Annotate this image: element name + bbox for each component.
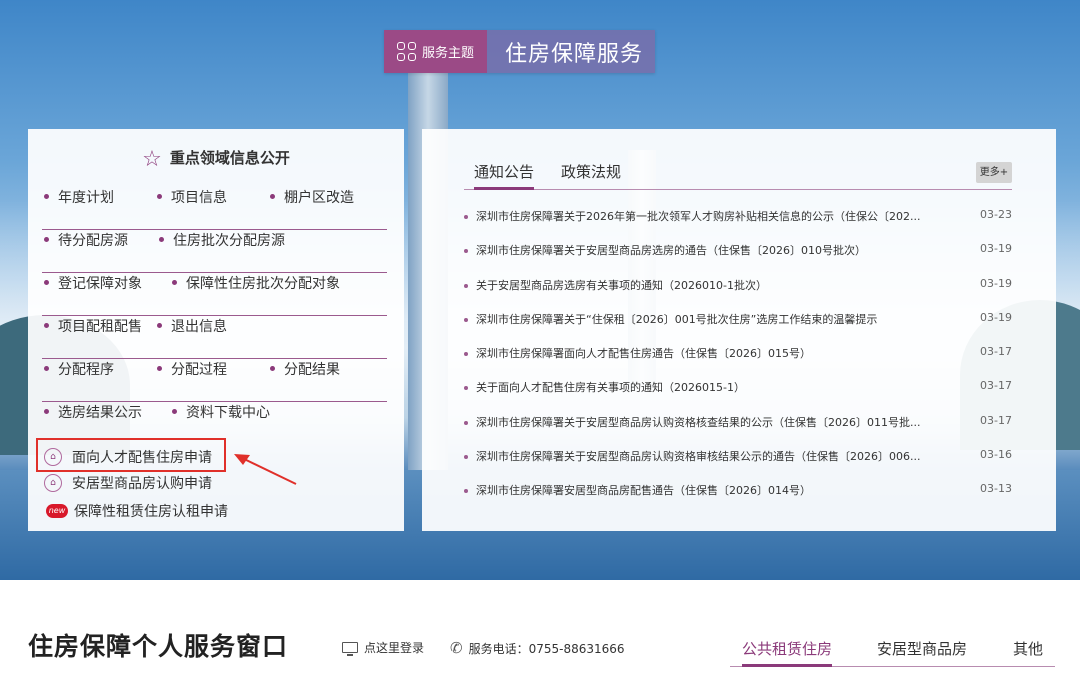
category-link[interactable]: 分配过程 bbox=[157, 359, 227, 379]
new-badge-icon: new bbox=[46, 504, 68, 518]
category-row: 分配程序 分配过程 分配结果 bbox=[42, 359, 387, 402]
category-link[interactable]: 住房批次分配房源 bbox=[159, 230, 285, 250]
apply-label: 保障性租赁住房认租申请 bbox=[74, 504, 228, 520]
tab-other[interactable]: 其他 bbox=[1013, 638, 1043, 664]
category-link[interactable]: 分配程序 bbox=[44, 359, 114, 379]
category-link[interactable]: 分配结果 bbox=[270, 359, 340, 379]
apply-rental-housing-link[interactable]: new 保障性租赁住房认租申请 bbox=[46, 501, 228, 521]
category-row: 年度计划 项目信息 棚户区改造 bbox=[42, 187, 387, 230]
phone-label: 服务电话：0755-88631666 bbox=[468, 641, 625, 656]
category-link[interactable]: 保障性住房批次分配对象 bbox=[172, 273, 340, 293]
tab-public-rental[interactable]: 公共租赁住房 bbox=[742, 638, 833, 667]
theme-title: 住房保障服务 bbox=[487, 30, 655, 73]
category-link[interactable]: 项目信息 bbox=[157, 187, 227, 207]
login-link[interactable]: 点这里登录 bbox=[342, 639, 424, 656]
monitor-icon bbox=[342, 642, 358, 656]
service-tabs: 公共租赁住房 安居型商品房 其他 bbox=[730, 630, 1055, 667]
news-item[interactable]: 深圳市住房保障署安居型商品房配售通告（住保售〔2026〕014号） 03-13 bbox=[464, 481, 1012, 515]
section-title: 住房保障个人服务窗口 bbox=[28, 632, 289, 661]
news-item[interactable]: 深圳市住房保障署关于安居型商品房认购资格审核结果公示的通告（住保售〔2026〕0… bbox=[464, 447, 1012, 481]
login-label: 点这里登录 bbox=[364, 641, 425, 655]
news-item[interactable]: 深圳市住房保障署关于安居型商品房选房的通告（住保售〔2026〕010号批次） 03… bbox=[464, 241, 1012, 275]
news-item[interactable]: 深圳市住房保障署关于2026年第一批次领军人才购房补贴相关信息的公示（住保公〔2… bbox=[464, 207, 1012, 241]
category-link[interactable]: 选房结果公示 bbox=[44, 402, 142, 422]
star-icon: ☆ bbox=[142, 147, 162, 172]
apply-affordable-housing-link[interactable]: ⌂ 安居型商品房认购申请 bbox=[44, 473, 212, 493]
category-row: 项目配租配售 退出信息 bbox=[42, 316, 387, 359]
tab-affordable-housing[interactable]: 安居型商品房 bbox=[877, 638, 967, 664]
personal-service-section: 住房保障个人服务窗口 点这里登录 ✆ 服务电话：0755-88631666 公共… bbox=[0, 580, 1080, 679]
news-item[interactable]: 关于安居型商品房选房有关事项的通知（2026010-1批次） 03-19 bbox=[464, 276, 1012, 310]
more-button[interactable]: 更多+ bbox=[976, 162, 1012, 183]
theme-label: 服务主题 bbox=[421, 46, 474, 61]
tab-notices[interactable]: 通知公告 bbox=[474, 161, 535, 190]
category-link[interactable]: 退出信息 bbox=[157, 316, 227, 336]
phone-icon: ✆ bbox=[450, 639, 463, 657]
news-item[interactable]: 深圳市住房保障署面向人才配售住房通告（住保售〔2026〕015号） 03-17 bbox=[464, 344, 1012, 378]
theme-label-box: 服务主题 bbox=[384, 30, 487, 73]
category-link[interactable]: 待分配房源 bbox=[44, 230, 128, 250]
category-link[interactable]: 登记保障对象 bbox=[44, 273, 142, 293]
news-item[interactable]: 关于面向人才配售住房有关事项的通知（2026015-1） 03-17 bbox=[464, 378, 1012, 412]
category-row: 登记保障对象 保障性住房批次分配对象 bbox=[42, 273, 387, 316]
category-row: 待分配房源 住房批次分配房源 bbox=[42, 230, 387, 273]
panel-title: ☆ 重点领域信息公开 bbox=[28, 147, 404, 172]
service-theme-tag: 服务主题 住房保障服务 bbox=[384, 30, 655, 73]
tab-policies[interactable]: 政策法规 bbox=[561, 161, 621, 187]
house-badge-icon: ⌂ bbox=[44, 474, 62, 492]
category-link[interactable]: 资料下载中心 bbox=[172, 402, 270, 422]
apply-label: 安居型商品房认购申请 bbox=[72, 476, 212, 492]
news-item[interactable]: 深圳市住房保障署关于安居型商品房认购资格核查结果的公示（住保售〔2026〕011… bbox=[464, 413, 1012, 447]
red-arrow-annotation bbox=[234, 454, 297, 485]
service-phone: ✆ 服务电话：0755-88631666 bbox=[450, 639, 625, 657]
highlight-box-annotation bbox=[36, 438, 226, 472]
category-link[interactable]: 项目配租配售 bbox=[44, 316, 142, 336]
news-panel: 通知公告 政策法规 更多+ 深圳市住房保障署关于2026年第一批次领军人才购房补… bbox=[422, 129, 1056, 531]
category-link[interactable]: 棚户区改造 bbox=[270, 187, 354, 207]
category-link[interactable]: 年度计划 bbox=[44, 187, 114, 207]
grid-icon bbox=[396, 42, 416, 61]
news-tabs: 通知公告 政策法规 bbox=[464, 161, 1012, 190]
news-item[interactable]: 深圳市住房保障署关于“住保租〔2026〕001号批次住房”选房工作结束的温馨提示… bbox=[464, 310, 1012, 344]
panel-title-text: 重点领域信息公开 bbox=[169, 149, 290, 167]
news-list: 深圳市住房保障署关于2026年第一批次领军人才购房补贴相关信息的公示（住保公〔2… bbox=[464, 207, 1012, 516]
